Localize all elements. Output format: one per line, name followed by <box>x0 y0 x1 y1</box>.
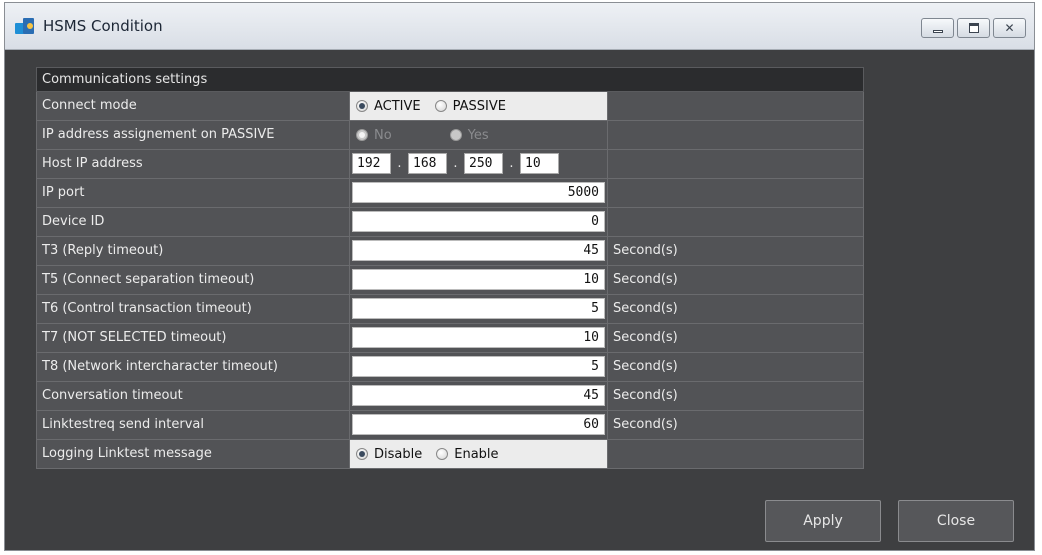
ip-octet-4[interactable]: 10 <box>520 153 559 174</box>
window-title: HSMS Condition <box>43 17 163 35</box>
row-host-ip: Host IP address 192 . 168 . 250 . 10 <box>36 150 864 179</box>
device-id-label: Device ID <box>36 208 350 236</box>
apply-button[interactable]: Apply <box>765 500 881 542</box>
t7-label: T7 (NOT SELECTED timeout) <box>36 324 350 352</box>
app-icon <box>15 17 37 35</box>
linktest-interval-label: Linktestreq send interval <box>36 411 350 439</box>
close-button[interactable]: Close <box>898 500 1014 542</box>
row-conversation-timeout: Conversation timeout 45 Second(s) <box>36 382 864 411</box>
window-controls: ✕ <box>918 18 1026 38</box>
row-logging-linktest: Logging Linktest message Disable Enable <box>36 440 864 469</box>
logging-disable-radio[interactable]: Disable <box>356 447 422 462</box>
connect-mode-label: Connect mode <box>36 92 350 120</box>
ip-port-input[interactable]: 5000 <box>352 182 605 203</box>
row-t3: T3 (Reply timeout) 45 Second(s) <box>36 237 864 266</box>
host-ip-label: Host IP address <box>36 150 350 178</box>
row-t5: T5 (Connect separation timeout) 10 Secon… <box>36 266 864 295</box>
ip-assign-radio-group: No Yes <box>356 121 503 149</box>
row-ip-assign: IP address assignement on PASSIVE No Yes <box>36 121 864 150</box>
logging-radio-group: Disable Enable <box>356 440 513 468</box>
row-connect-mode: Connect mode ACTIVE PASSIVE <box>36 92 864 121</box>
ip-octet-2[interactable]: 168 <box>408 153 447 174</box>
t3-unit: Second(s) <box>608 237 864 265</box>
t8-input[interactable]: 5 <box>352 356 605 377</box>
maximize-button[interactable] <box>957 18 990 38</box>
t6-input[interactable]: 5 <box>352 298 605 319</box>
ip-assign-yes-radio[interactable]: Yes <box>449 128 489 143</box>
t6-label: T6 (Control transaction timeout) <box>36 295 350 323</box>
t8-unit: Second(s) <box>608 353 864 381</box>
ip-assign-no-radio[interactable]: No <box>356 128 392 143</box>
row-t8: T8 (Network intercharacter timeout) 5 Se… <box>36 353 864 382</box>
t6-unit: Second(s) <box>608 295 864 323</box>
minimize-icon <box>933 30 943 33</box>
connect-mode-passive-radio[interactable]: PASSIVE <box>434 99 506 114</box>
ip-octet-1[interactable]: 192 <box>352 153 391 174</box>
row-t6: T6 (Control transaction timeout) 5 Secon… <box>36 295 864 324</box>
settings-grid: Communications settings Connect mode ACT… <box>36 67 864 469</box>
t3-input[interactable]: 45 <box>352 240 605 261</box>
minimize-button[interactable] <box>921 18 954 38</box>
row-linktest-interval: Linktestreq send interval 60 Second(s) <box>36 411 864 440</box>
t7-unit: Second(s) <box>608 324 864 352</box>
logging-enable-radio[interactable]: Enable <box>436 447 499 462</box>
conversation-timeout-unit: Second(s) <box>608 382 864 410</box>
t7-input[interactable]: 10 <box>352 327 605 348</box>
row-ip-port: IP port 5000 <box>36 179 864 208</box>
ip-assign-label: IP address assignement on PASSIVE <box>36 121 350 149</box>
row-t7: T7 (NOT SELECTED timeout) 10 Second(s) <box>36 324 864 353</box>
maximize-icon <box>969 23 979 33</box>
hsms-condition-window: HSMS Condition ✕ Communications settings… <box>4 2 1035 551</box>
ip-port-label: IP port <box>36 179 350 207</box>
conversation-timeout-input[interactable]: 45 <box>352 385 605 406</box>
linktest-interval-unit: Second(s) <box>608 411 864 439</box>
t5-label: T5 (Connect separation timeout) <box>36 266 350 294</box>
ip-octet-3[interactable]: 250 <box>464 153 503 174</box>
t5-unit: Second(s) <box>608 266 864 294</box>
conversation-timeout-label: Conversation timeout <box>36 382 350 410</box>
linktest-interval-input[interactable]: 60 <box>352 414 605 435</box>
host-ip-input: 192 . 168 . 250 . 10 <box>352 153 559 174</box>
row-device-id: Device ID 0 <box>36 208 864 237</box>
close-icon: ✕ <box>1004 21 1015 35</box>
t3-label: T3 (Reply timeout) <box>36 237 350 265</box>
t8-label: T8 (Network intercharacter timeout) <box>36 353 350 381</box>
connect-mode-radio-group: ACTIVE PASSIVE <box>356 92 520 120</box>
connect-mode-active-radio[interactable]: ACTIVE <box>356 99 421 114</box>
device-id-input[interactable]: 0 <box>352 211 605 232</box>
logging-linktest-label: Logging Linktest message <box>36 440 350 468</box>
close-window-button[interactable]: ✕ <box>993 18 1026 38</box>
section-header: Communications settings <box>36 67 864 92</box>
title-bar[interactable]: HSMS Condition ✕ <box>5 3 1034 50</box>
t5-input[interactable]: 10 <box>352 269 605 290</box>
